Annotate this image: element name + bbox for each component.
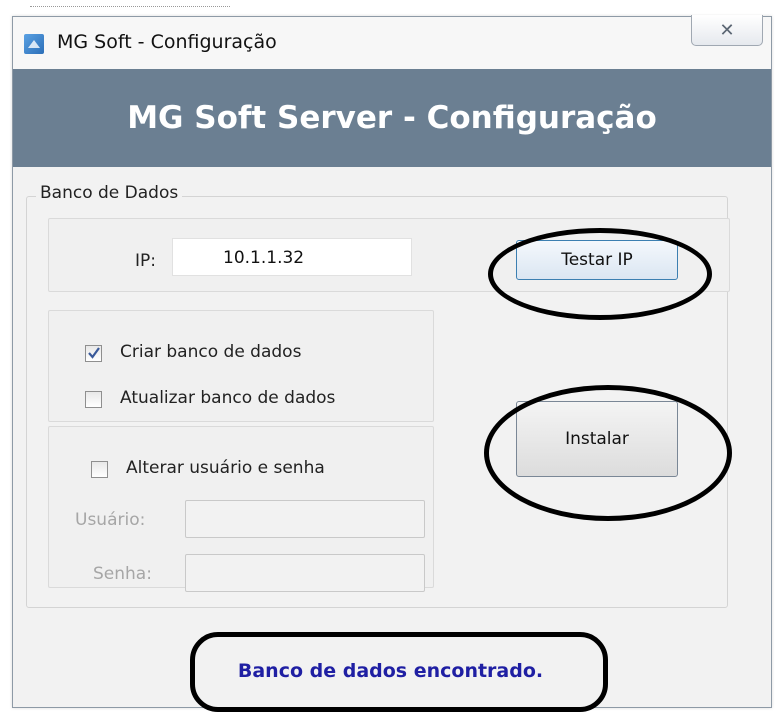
- user-label: Usuário:: [75, 510, 146, 530]
- background-artifact: [30, 0, 230, 7]
- test-ip-button[interactable]: Testar IP: [516, 240, 678, 280]
- create-db-label: Criar banco de dados: [120, 342, 302, 362]
- window-title: MG Soft - Configuração: [57, 31, 277, 53]
- header-banner: MG Soft Server - Configuração: [13, 69, 771, 167]
- ip-label: IP:: [135, 251, 156, 271]
- create-db-checkbox[interactable]: [85, 345, 102, 362]
- ip-input[interactable]: 10.1.1.32: [172, 238, 412, 276]
- close-icon: ✕: [719, 19, 735, 41]
- close-button[interactable]: ✕: [691, 15, 763, 46]
- status-message: Banco de dados encontrado.: [237, 660, 544, 682]
- app-icon: [24, 34, 44, 54]
- update-db-checkbox[interactable]: [85, 391, 102, 408]
- database-group-legend: Banco de Dados: [36, 183, 183, 203]
- change-user-checkbox[interactable]: [91, 461, 108, 478]
- change-user-label: Alterar usuário e senha: [126, 458, 325, 478]
- title-bar: MG Soft - Configuração ✕: [13, 15, 771, 69]
- banner-title: MG Soft Server - Configuração: [127, 100, 657, 136]
- user-input[interactable]: [185, 500, 425, 538]
- update-db-label: Atualizar banco de dados: [120, 388, 336, 408]
- checkmark-icon: [88, 347, 100, 359]
- password-input[interactable]: [185, 554, 425, 592]
- install-button[interactable]: Instalar: [516, 401, 678, 477]
- password-label: Senha:: [93, 564, 152, 584]
